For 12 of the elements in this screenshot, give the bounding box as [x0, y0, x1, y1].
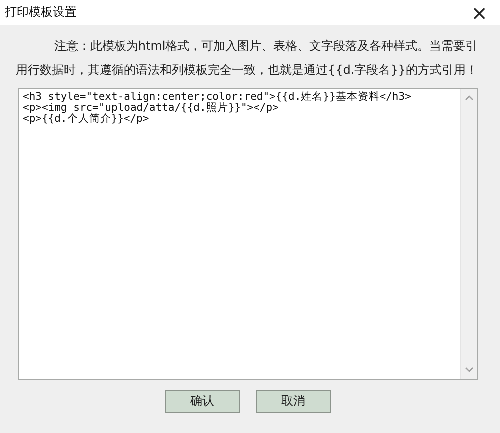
- confirm-button[interactable]: 确认: [165, 390, 240, 413]
- window-title: 打印模板设置: [5, 4, 77, 21]
- close-button[interactable]: ×: [467, 2, 492, 22]
- scroll-down-icon[interactable]: [464, 367, 474, 373]
- notice-text: 注意：此模板为html格式，可加入图片、表格、文字段落及各种样式。当需要引用行数据时，其遵循的语法和列模板完全一致，也就是通过{{d.字段名}}的方式引用！: [16, 38, 479, 79]
- scrollbar[interactable]: [460, 89, 477, 379]
- cancel-button[interactable]: 取消: [256, 390, 331, 413]
- code-line: <p><img src="upload/atta/{{d.照片}}"></p>: [23, 103, 279, 114]
- code-line: <p>{{d.个人简介}}</p>: [23, 114, 150, 125]
- code-editor[interactable]: <h3 style="text-align:center;color:red">{{d.姓名}}基本资料</h3> <p><img src="upload/atta/{{d.照片}}"></p> <p>{{d.个人简介}}</p>: [18, 88, 478, 380]
- scroll-up-icon[interactable]: [464, 95, 474, 101]
- code-line: <h3 style="text-align:center;color:red">{{d.姓名}}基本资料</h3>: [23, 92, 412, 103]
